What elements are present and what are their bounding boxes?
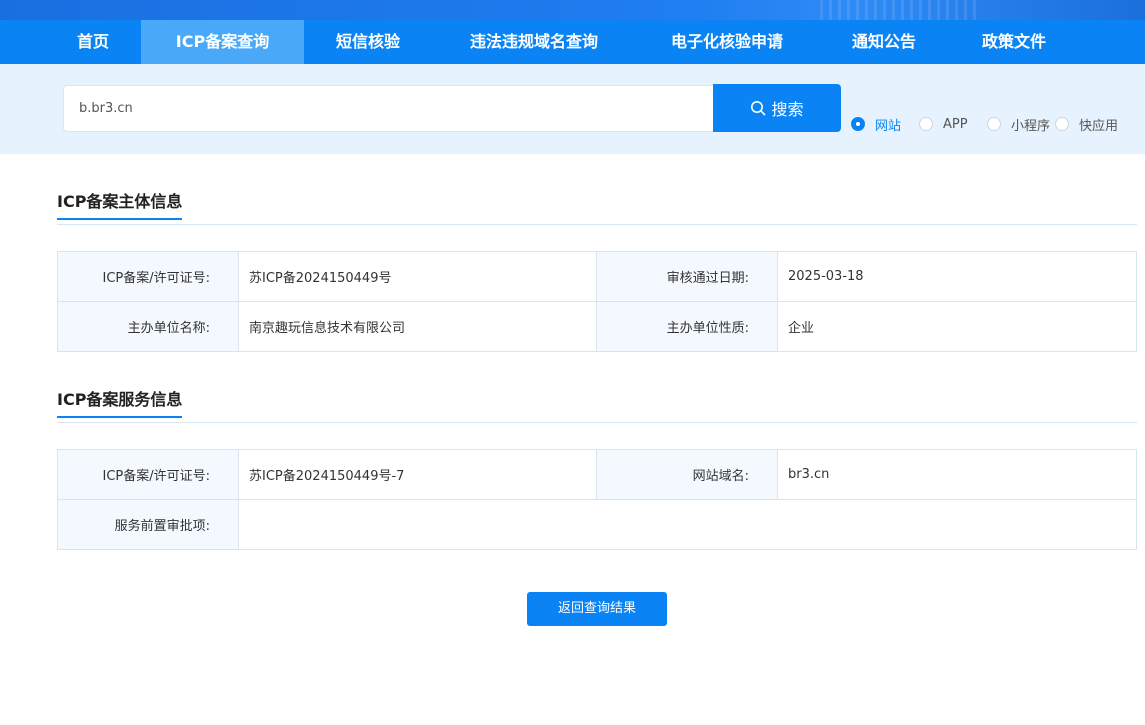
section-divider (57, 224, 1137, 225)
subject-license-value: 苏ICP备2024150449号 (238, 251, 597, 302)
radio-quick-app[interactable]: 快应用 (1055, 114, 1118, 134)
table-row: ICP备案/许可证号: 苏ICP备2024150449号-7 网站域名: br3… (57, 449, 1137, 500)
back-to-results-button[interactable]: 返回查询结果 (527, 592, 667, 626)
subject-info-table: ICP备案/许可证号: 苏ICP备2024150449号 审核通过日期: 202… (57, 251, 1137, 352)
radio-label: 小程序 (1011, 118, 1051, 134)
search-input[interactable] (63, 85, 714, 132)
subject-org-label: 主办单位名称: (57, 301, 239, 352)
radio-label: 快应用 (1079, 118, 1119, 134)
subject-nature-label: 主办单位性质: (596, 301, 778, 352)
search-button[interactable]: 搜索 (713, 84, 841, 132)
subject-nature-value: 企业 (777, 301, 1137, 352)
section-divider (57, 422, 1137, 423)
section-title-service: ICP备案服务信息 (57, 386, 183, 418)
table-row: 服务前置审批项: (57, 499, 1137, 550)
service-approval-value (238, 499, 1137, 550)
nav-item-home[interactable]: 首页 (57, 20, 129, 64)
service-license-value: 苏ICP备2024150449号-7 (238, 449, 597, 500)
table-row: 主办单位名称: 南京趣玩信息技术有限公司 主办单位性质: 企业 (57, 301, 1137, 352)
service-approval-label: 服务前置审批项: (57, 499, 239, 550)
service-license-label: ICP备案/许可证号: (57, 449, 239, 500)
radio-app[interactable]: APP (919, 114, 968, 134)
radio-dot (919, 117, 933, 131)
nav-item-sms-verify[interactable]: 短信核验 (316, 20, 420, 64)
subject-org-value: 南京趣玩信息技术有限公司 (238, 301, 597, 352)
service-info-table: ICP备案/许可证号: 苏ICP备2024150449号-7 网站域名: br3… (57, 449, 1137, 550)
table-row: ICP备案/许可证号: 苏ICP备2024150449号 审核通过日期: 202… (57, 251, 1137, 302)
search-icon (750, 100, 766, 116)
nav-item-icp-query[interactable]: ICP备案查询 (141, 20, 304, 64)
radio-dot (1055, 117, 1069, 131)
radio-website[interactable]: 网站 (851, 114, 901, 134)
nav-item-e-verify-apply[interactable]: 电子化核验申请 (648, 20, 806, 64)
radio-dot (987, 117, 1001, 131)
top-banner (0, 0, 1145, 20)
subject-date-label: 审核通过日期: (596, 251, 778, 302)
main-nav: 首页 ICP备案查询 短信核验 违法违规域名查询 电子化核验申请 通知公告 政策… (0, 20, 1145, 64)
section-title-subject: ICP备案主体信息 (57, 188, 183, 220)
subject-license-label: ICP备案/许可证号: (57, 251, 239, 302)
radio-dot (851, 117, 865, 131)
search-button-label: 搜索 (771, 100, 804, 119)
radio-mini-program[interactable]: 小程序 (987, 114, 1050, 134)
nav-item-policy[interactable]: 政策文件 (962, 20, 1066, 64)
service-domain-value: br3.cn (777, 449, 1137, 500)
service-domain-label: 网站域名: (596, 449, 778, 500)
radio-label: 网站 (875, 118, 902, 134)
nav-item-illegal-domain[interactable]: 违法违规域名查询 (446, 20, 622, 64)
nav-item-notices[interactable]: 通知公告 (832, 20, 936, 64)
subject-date-value: 2025-03-18 (777, 251, 1137, 302)
banner-decoration (820, 0, 980, 20)
radio-label: APP (943, 116, 968, 132)
